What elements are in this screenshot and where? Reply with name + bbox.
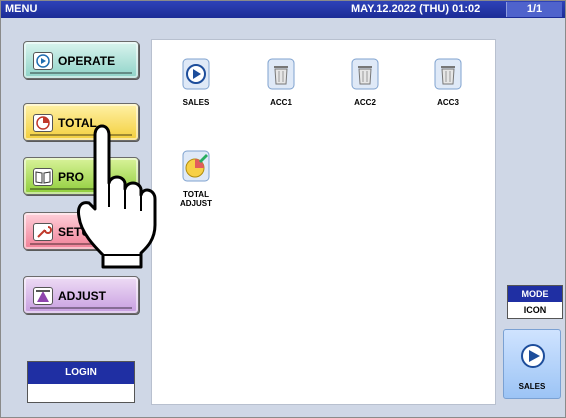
trash-icon — [434, 58, 462, 90]
adjust-underline — [30, 307, 132, 309]
date-time: MAY.12.2022 (THU) 01:02 — [351, 3, 481, 15]
play-icon — [521, 344, 545, 368]
operate-button[interactable]: OPERATE — [23, 41, 139, 79]
pointing-hand-icon — [77, 124, 157, 269]
page-indicator: 1/1 — [506, 2, 562, 17]
sales-button[interactable]: SALES — [503, 329, 561, 399]
trash-icon — [351, 58, 379, 90]
sales-tile[interactable]: SALES — [164, 52, 228, 122]
login-box[interactable]: LOGIN — [27, 361, 135, 403]
acc1-tile-label: ACC1 — [270, 98, 292, 107]
title-bar: MENU MAY.12.2022 (THU) 01:02 1/1 — [1, 1, 565, 18]
pie-pencil-icon — [182, 150, 210, 182]
acc1-tile[interactable]: ACC1 — [249, 52, 313, 122]
acc3-tile-label: ACC3 — [437, 98, 459, 107]
operate-icon — [33, 52, 53, 70]
mode-label: MODE — [508, 286, 562, 302]
acc2-tile-label: ACC2 — [354, 98, 376, 107]
trash-icon — [267, 58, 295, 90]
sales-button-label: SALES — [518, 382, 546, 391]
acc2-tile[interactable]: ACC2 — [333, 52, 397, 122]
total-adjust-line2: ADJUST — [179, 199, 212, 208]
menu-screen: MENU MAY.12.2022 (THU) 01:02 1/1 OPERATE… — [0, 0, 566, 418]
total-adjust-tile-label: TOTAL ADJUST — [164, 190, 228, 208]
adjust-button[interactable]: ADJUST — [23, 276, 139, 314]
mode-value: ICON — [523, 305, 547, 315]
mode-indicator[interactable]: MODE ICON — [507, 285, 563, 319]
operate-underline — [30, 72, 132, 74]
play-icon — [182, 58, 210, 90]
total-icon — [33, 114, 53, 132]
screen-title: MENU — [5, 3, 38, 15]
scale-icon — [33, 287, 53, 305]
total-adjust-tile[interactable]: TOTAL ADJUST — [164, 144, 228, 214]
operate-label: OPERATE — [58, 54, 116, 68]
wrench-icon — [33, 223, 53, 241]
acc3-tile[interactable]: ACC3 — [416, 52, 480, 122]
adjust-label: ADJUST — [58, 289, 107, 303]
login-label: LOGIN — [28, 362, 134, 384]
icon-panel: SALES ACC1 ACC2 ACC3 TOTAL ADJUST — [151, 39, 496, 405]
total-adjust-line1: TOTAL — [183, 190, 209, 199]
book-icon — [33, 168, 53, 186]
sales-tile-label: SALES — [182, 98, 210, 107]
